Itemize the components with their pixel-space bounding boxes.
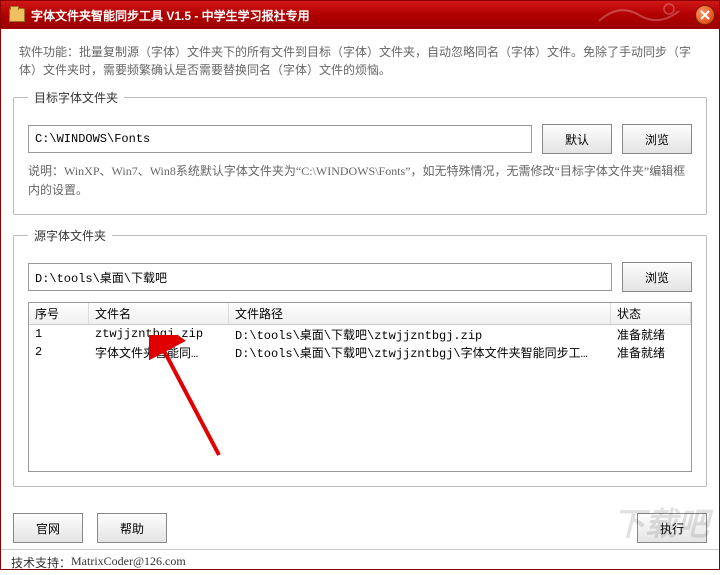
col-header-index[interactable]: 序号 (29, 303, 89, 324)
target-path-input[interactable] (28, 125, 532, 153)
website-button[interactable]: 官网 (13, 513, 83, 543)
execute-button[interactable]: 执行 (637, 513, 707, 543)
window-title: 字体文件夹智能同步工具 V1.5 - 中学生学习报社专用 (31, 7, 310, 24)
cell-name: 字体文件夹智能同… (89, 344, 229, 361)
file-list[interactable]: 序号 文件名 文件路径 状态 1ztwjjzntbgj.zipD:\tools\… (28, 302, 692, 472)
help-button[interactable]: 帮助 (97, 513, 167, 543)
default-button[interactable]: 默认 (542, 124, 612, 154)
target-hint: 说明：WinXP、Win7、Win8系统默认字体文件夹为“C:\WINDOWS\… (28, 162, 692, 200)
titlebar-decoration (589, 1, 689, 29)
cell-status: 准备就绪 (611, 326, 691, 343)
target-folder-group: 目标字体文件夹 默认 浏览 说明：WinXP、Win7、Win8系统默认字体文件… (13, 89, 707, 215)
list-header: 序号 文件名 文件路径 状态 (29, 303, 691, 325)
close-icon (700, 10, 710, 20)
close-button[interactable] (695, 5, 715, 25)
cell-index: 2 (29, 345, 89, 359)
footer: 技术支持： MatrixCoder@126.com (1, 549, 719, 575)
cell-index: 1 (29, 327, 89, 341)
col-header-path[interactable]: 文件路径 (229, 303, 611, 324)
source-legend: 源字体文件夹 (28, 227, 112, 244)
table-row[interactable]: 2字体文件夹智能同…D:\tools\桌面\下载吧\ztwjjzntbgj\字体… (29, 343, 691, 361)
hint-quoted: “C:\WINDOWS\Fonts” (296, 164, 411, 178)
cell-status: 准备就绪 (611, 344, 691, 361)
window-titlebar: 字体文件夹智能同步工具 V1.5 - 中学生学习报社专用 (1, 1, 719, 29)
bottom-toolbar: 官网 帮助 执行 (1, 507, 719, 549)
hint-prefix: 说明：WinXP、Win7、Win8系统默认字体文件夹为 (28, 164, 296, 178)
support-contact: MatrixCoder@126.com (71, 554, 186, 571)
cell-path: D:\tools\桌面\下载吧\ztwjjzntbgj.zip (229, 326, 611, 343)
target-browse-button[interactable]: 浏览 (622, 124, 692, 154)
col-header-name[interactable]: 文件名 (89, 303, 229, 324)
cell-path: D:\tools\桌面\下载吧\ztwjjzntbgj\字体文件夹智能同步工… (229, 344, 611, 361)
source-folder-group: 源字体文件夹 浏览 序号 文件名 文件路径 状态 1ztwjjzntbgj.zi… (13, 227, 707, 487)
source-browse-button[interactable]: 浏览 (622, 262, 692, 292)
table-row[interactable]: 1ztwjjzntbgj.zipD:\tools\桌面\下载吧\ztwjjznt… (29, 325, 691, 343)
cell-name: ztwjjzntbgj.zip (89, 327, 229, 341)
description-text: 软件功能：批量复制源（字体）文件夹下的所有文件到目标（字体）文件夹，自动忽略同名… (13, 39, 707, 89)
support-label: 技术支持： (11, 554, 71, 571)
folder-icon (9, 8, 25, 22)
source-path-input[interactable] (28, 263, 612, 291)
col-header-status[interactable]: 状态 (611, 303, 691, 324)
target-legend: 目标字体文件夹 (28, 89, 124, 106)
